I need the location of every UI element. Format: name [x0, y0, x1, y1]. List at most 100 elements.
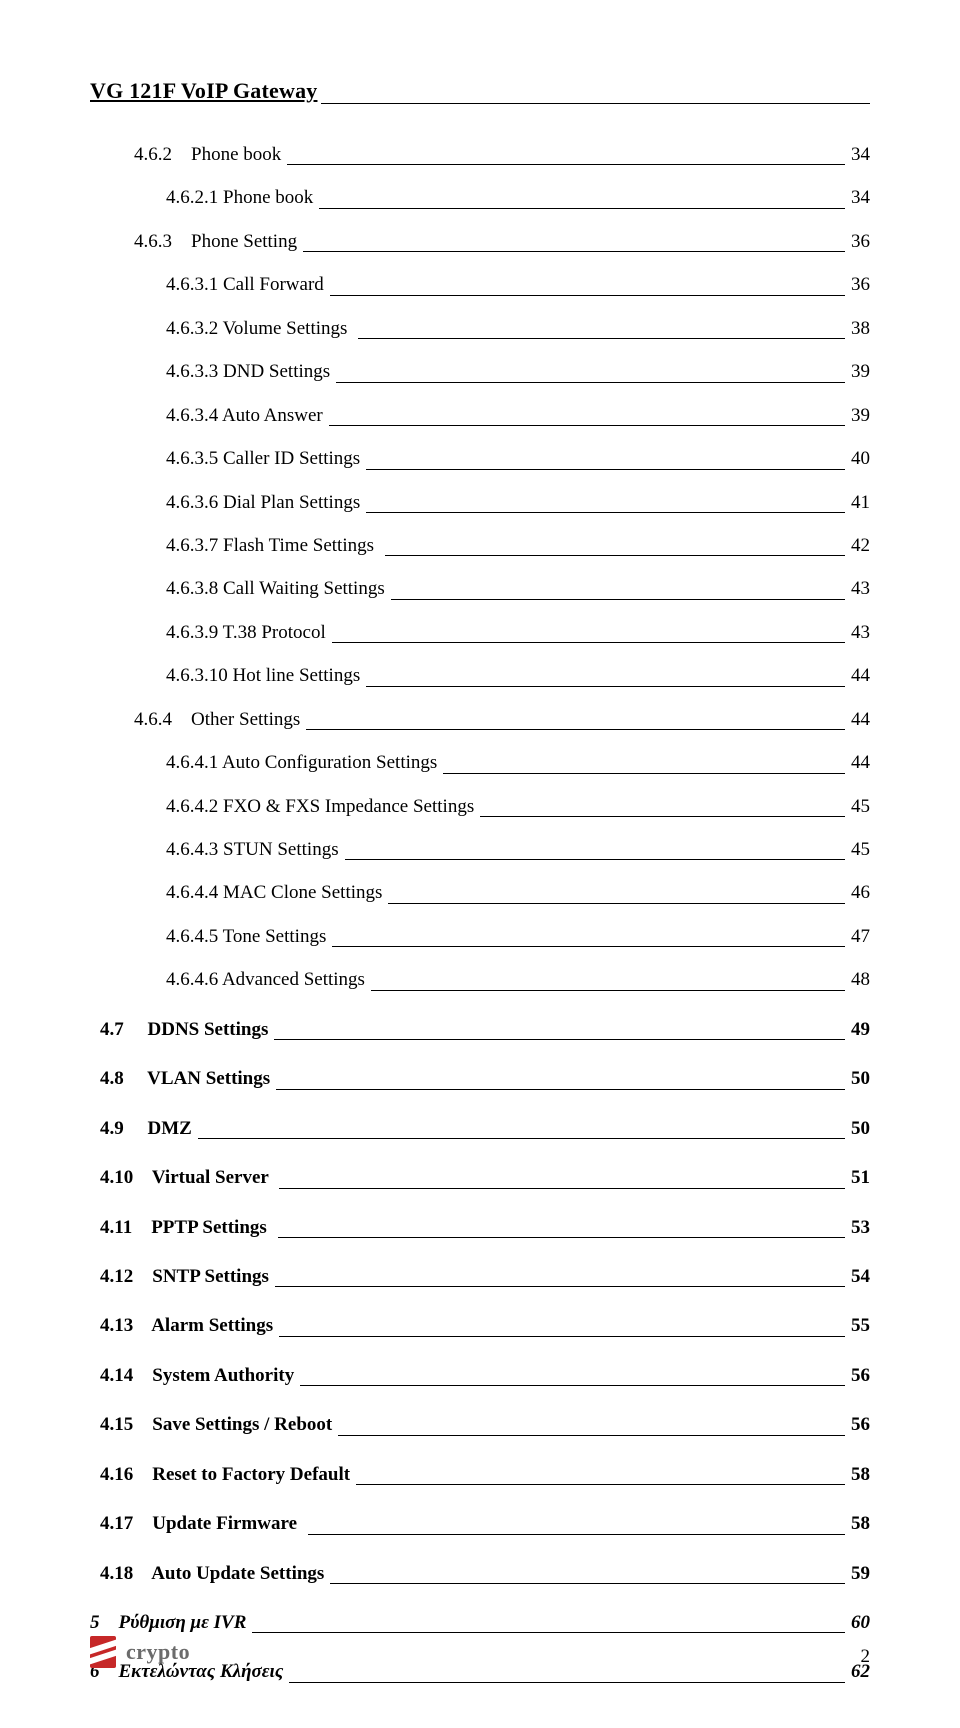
- toc-entry-leader: [332, 946, 845, 947]
- toc-entry-page: 40: [851, 444, 870, 473]
- toc-entry-page: 56: [851, 1410, 870, 1439]
- toc-entry-label: 4.6.4.2 FXO & FXS Impedance Settings: [166, 792, 474, 821]
- toc-entry-label: 4.6.3.3 DND Settings: [166, 357, 330, 386]
- toc-entry-leader: [366, 686, 845, 687]
- toc-entry-leader: [287, 164, 845, 165]
- toc-entry: 4.6.3.2 Volume Settings 38: [90, 314, 870, 343]
- toc-entry: 4.6.3 Phone Setting 36: [90, 227, 870, 256]
- toc-entry-leader: [371, 990, 845, 991]
- toc-entry-label: 4.6.3 Phone Setting: [134, 227, 297, 256]
- toc-entry-page: 54: [851, 1262, 870, 1291]
- toc-entry-page: 39: [851, 401, 870, 430]
- toc-entry-leader: [391, 599, 845, 600]
- toc-entry-page: 51: [851, 1163, 870, 1192]
- toc-entry: 4.6.3.10 Hot line Settings 44: [90, 661, 870, 690]
- toc-entry-page: 58: [851, 1509, 870, 1538]
- toc-entry-label: 4.6.3.8 Call Waiting Settings: [166, 574, 385, 603]
- toc-entry: 4.6.3.3 DND Settings 39: [90, 357, 870, 386]
- toc-entry-leader: [279, 1336, 845, 1337]
- toc-entry-label: 4.10 Virtual Server: [100, 1163, 273, 1192]
- toc-entry-label: 4.18 Auto Update Settings: [100, 1559, 324, 1588]
- toc-entry-label: 4.6.4.4 MAC Clone Settings: [166, 878, 382, 907]
- toc-entry: 4.6.4.5 Tone Settings47: [90, 922, 870, 951]
- toc-entry-leader: [480, 816, 845, 817]
- page-number: 2: [861, 1646, 871, 1668]
- toc-entry: 4.12 SNTP Settings 54: [90, 1262, 870, 1291]
- toc-entry: 4.6.3.6 Dial Plan Settings41: [90, 488, 870, 517]
- toc-entry-leader: [443, 773, 845, 774]
- toc-entry-leader: [366, 512, 845, 513]
- toc-entry: 4.6.3.1 Call Forward36: [90, 270, 870, 299]
- toc-entry-leader: [279, 1188, 845, 1189]
- toc-entry-label: 5 Ρύθμιση με IVR: [90, 1608, 246, 1637]
- toc-entry-page: 55: [851, 1311, 870, 1340]
- toc-entry-label: 4.6.4.1 Auto Configuration Settings: [166, 748, 437, 777]
- toc-entry-label: 4.6.2 Phone book: [134, 140, 281, 169]
- toc-entry-page: 34: [851, 140, 870, 169]
- toc-entry: 5 Ρύθμιση με IVR60: [90, 1608, 870, 1637]
- toc-entry-page: 44: [851, 705, 870, 734]
- toc-entry-page: 43: [851, 618, 870, 647]
- toc-entry: 4.6.4.6 Advanced Settings48: [90, 965, 870, 994]
- toc-entry-label: 4.8 VLAN Settings: [100, 1064, 270, 1093]
- page-title-rule: [321, 81, 870, 104]
- toc-entry-leader: [345, 859, 845, 860]
- toc-entry-page: 44: [851, 661, 870, 690]
- toc-entry: 4.6.2.1 Phone book34: [90, 183, 870, 212]
- toc-entry-label: 4.12 SNTP Settings: [100, 1262, 269, 1291]
- toc-entry-leader: [303, 251, 845, 252]
- toc-entry-leader: [388, 903, 845, 904]
- toc-entry-label: 4.6.3.5 Caller ID Settings: [166, 444, 360, 473]
- toc-entry-page: 34: [851, 183, 870, 212]
- page-title: VG 121F VoIP Gateway: [90, 78, 870, 104]
- toc-entry-page: 45: [851, 792, 870, 821]
- toc-entry-label: 4.6.3.9 T.38 Protocol: [166, 618, 326, 647]
- toc-entry-page: 42: [851, 531, 870, 560]
- toc-entry-leader: [332, 642, 845, 643]
- toc-entry-leader: [356, 1484, 845, 1485]
- brand-logo-text: crypto: [126, 1639, 190, 1665]
- toc-entry-leader: [252, 1632, 845, 1633]
- toc-entry-label: 4.6.4 Other Settings: [134, 705, 300, 734]
- toc-entry-label: 4.15 Save Settings / Reboot: [100, 1410, 332, 1439]
- toc-entry-page: 50: [851, 1114, 870, 1143]
- toc-entry-page: 53: [851, 1213, 870, 1242]
- toc-entry: 4.14 System Authority56: [90, 1361, 870, 1390]
- toc-entry-label: 4.14 System Authority: [100, 1361, 294, 1390]
- toc-entry-leader: [274, 1039, 845, 1040]
- toc-entry: 4.10 Virtual Server 51: [90, 1163, 870, 1192]
- toc-entry-page: 46: [851, 878, 870, 907]
- toc-entry: 4.8 VLAN Settings50: [90, 1064, 870, 1093]
- toc-entry: 4.11 PPTP Settings 53: [90, 1213, 870, 1242]
- toc-entry-leader: [338, 1435, 845, 1436]
- toc-entry-label: 4.6.4.3 STUN Settings: [166, 835, 339, 864]
- toc-entry-page: 48: [851, 965, 870, 994]
- toc-entry-page: 41: [851, 488, 870, 517]
- toc-entry-leader: [330, 1583, 845, 1584]
- toc-entry: 4.6.4.2 FXO & FXS Impedance Settings 45: [90, 792, 870, 821]
- toc-entry-leader: [336, 382, 845, 383]
- toc-entry-leader: [276, 1089, 845, 1090]
- toc-entry-label: 4.6.3.1 Call Forward: [166, 270, 324, 299]
- toc-entry-page: 39: [851, 357, 870, 386]
- toc-entry-label: 4.6.3.10 Hot line Settings: [166, 661, 360, 690]
- toc-entry: 4.6.4.4 MAC Clone Settings 46: [90, 878, 870, 907]
- toc-entry-page: 38: [851, 314, 870, 343]
- toc-entry: 4.16 Reset to Factory Default58: [90, 1460, 870, 1489]
- page-footer: crypto 2: [90, 1636, 870, 1668]
- toc-entry-page: 45: [851, 835, 870, 864]
- toc-entry-leader: [358, 338, 845, 339]
- toc-entry: 4.15 Save Settings / Reboot 56: [90, 1410, 870, 1439]
- toc-entry-leader: [366, 469, 845, 470]
- toc-entry-page: 36: [851, 227, 870, 256]
- brand-logo: crypto: [90, 1636, 190, 1668]
- toc-entry: 4.6.4.1 Auto Configuration Settings44: [90, 748, 870, 777]
- toc-entry-page: 59: [851, 1559, 870, 1588]
- toc-entry-leader: [306, 729, 845, 730]
- toc-entry-label: 4.16 Reset to Factory Default: [100, 1460, 350, 1489]
- toc-entry-leader: [385, 555, 845, 556]
- toc-entry-leader: [329, 425, 845, 426]
- toc-entry: 4.6.3.9 T.38 Protocol 43: [90, 618, 870, 647]
- toc-entry-page: 47: [851, 922, 870, 951]
- toc-entry-leader: [198, 1138, 845, 1139]
